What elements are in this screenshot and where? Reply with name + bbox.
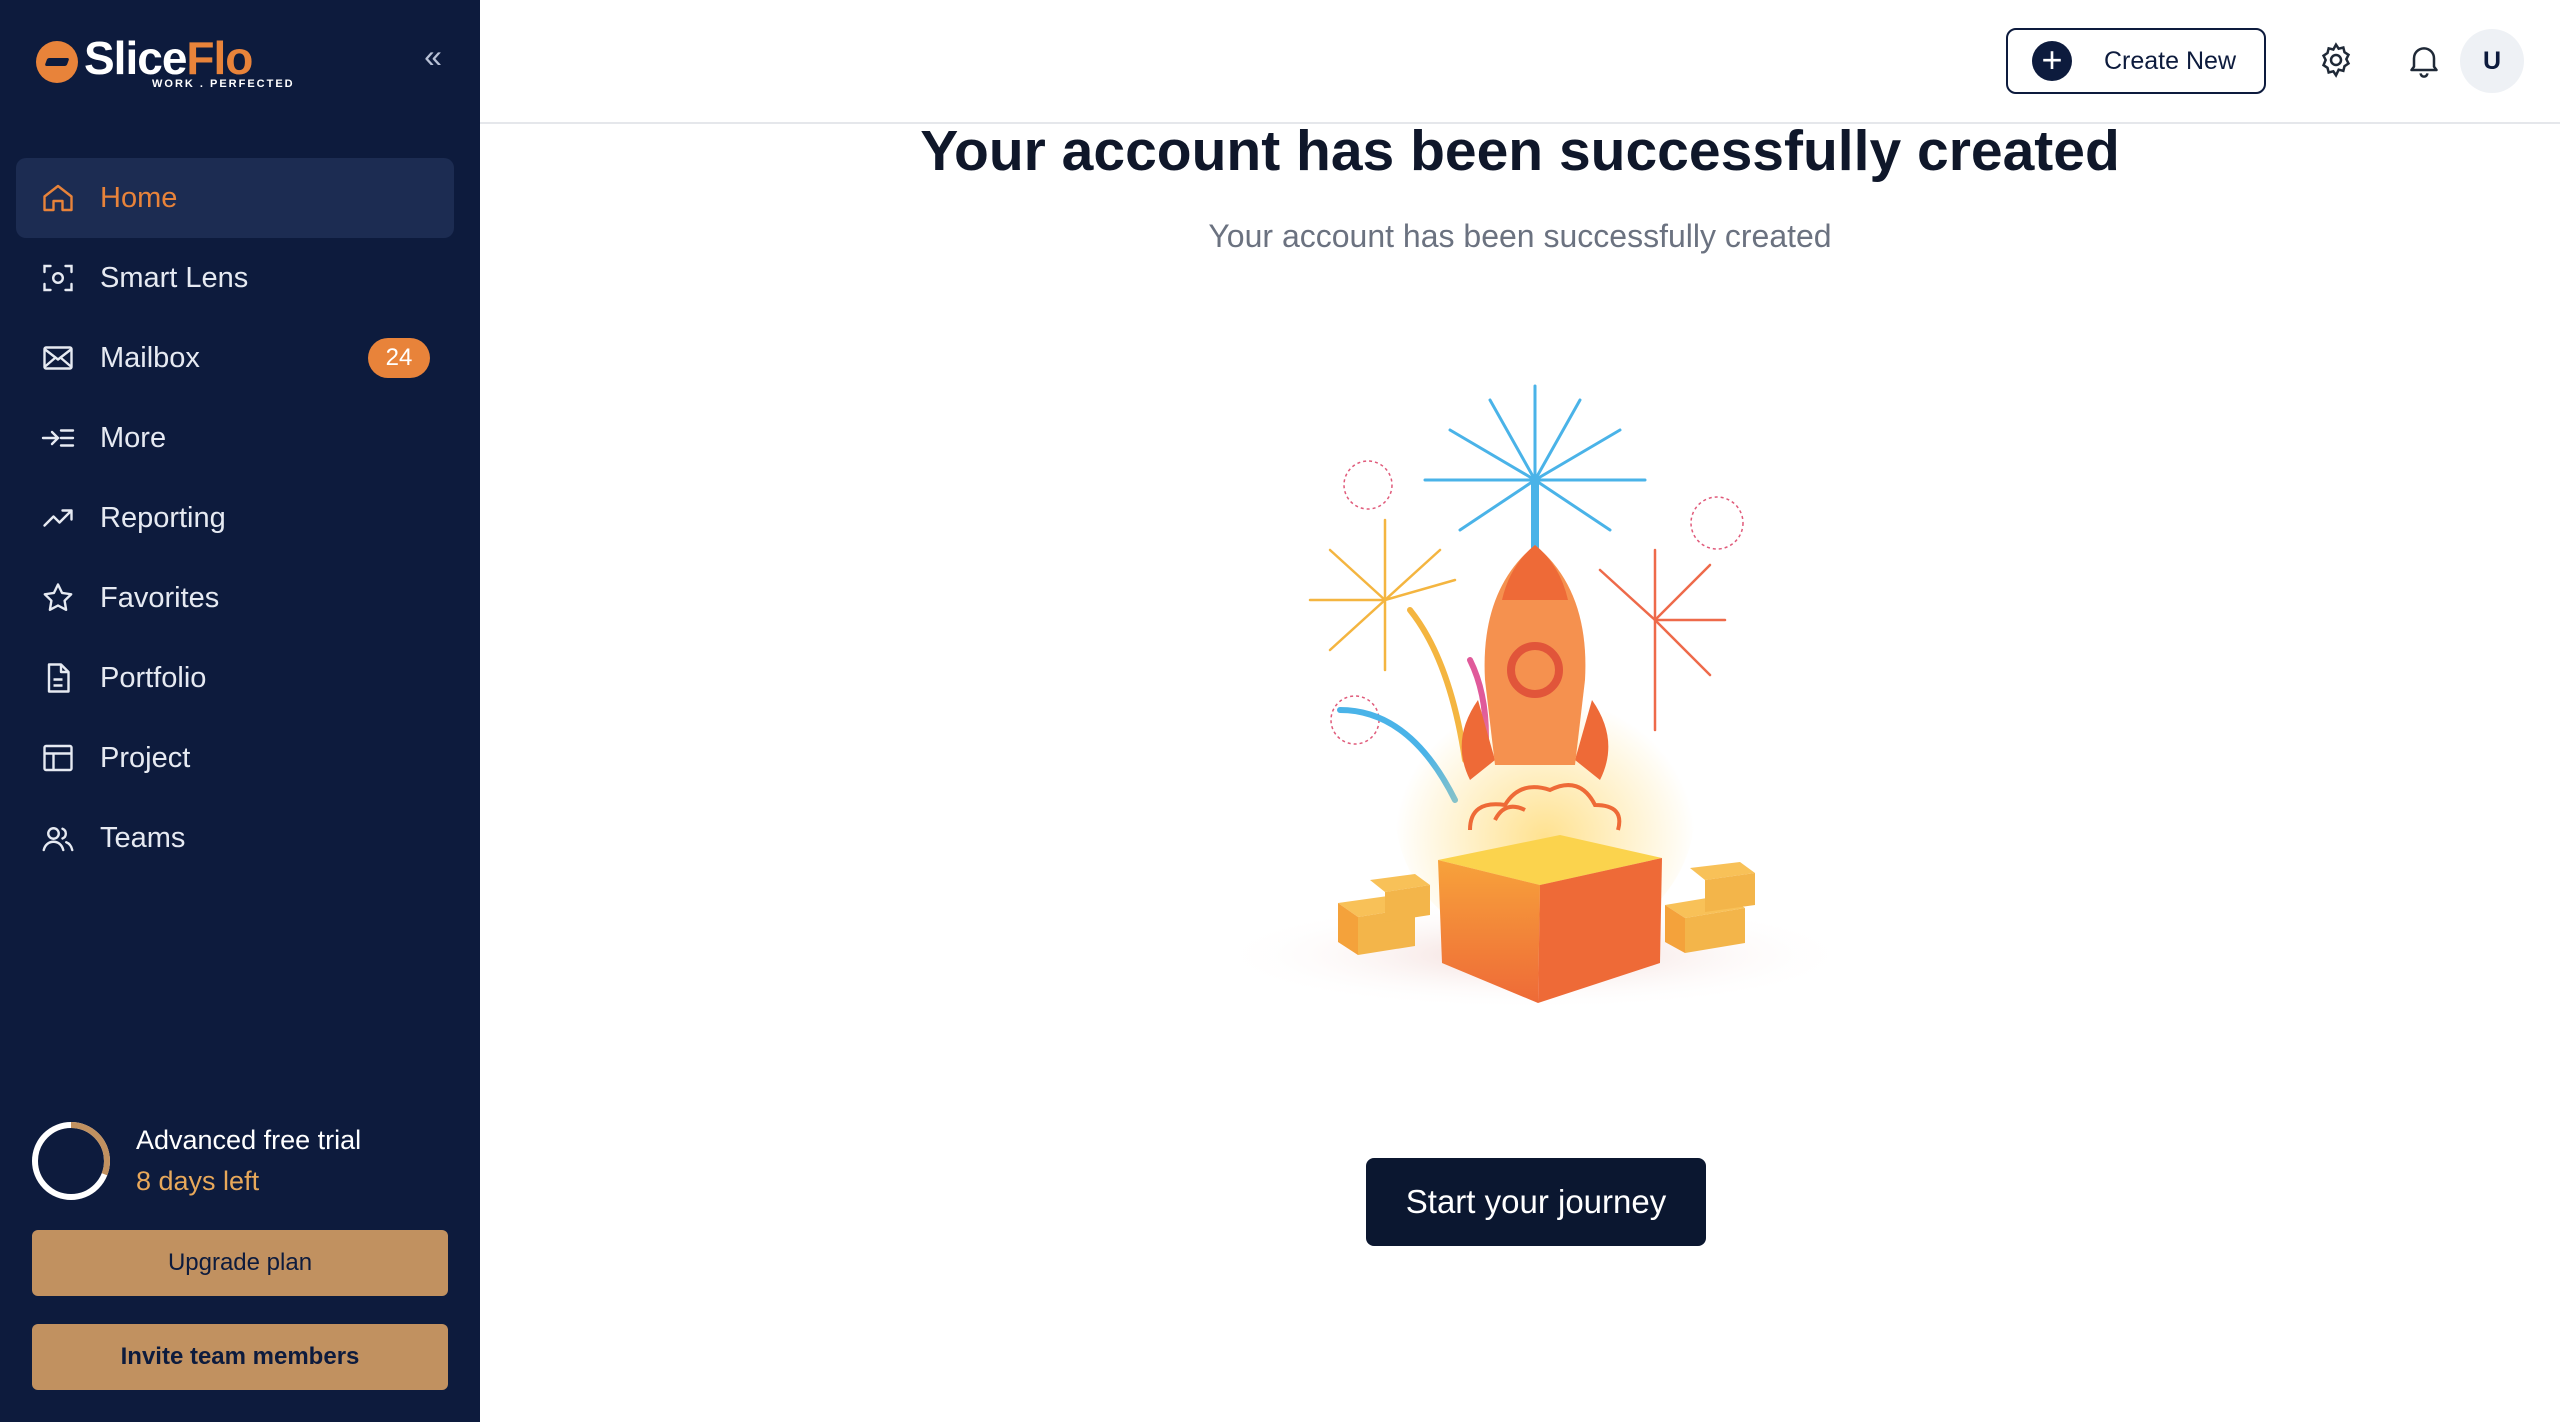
create-new-label: Create New [2104, 46, 2236, 75]
page-subtitle: Your account has been successfully creat… [1208, 218, 1832, 254]
rocket-celebration-illustration [1220, 384, 1850, 1010]
sidebar-item-label: Teams [100, 821, 186, 854]
gear-icon[interactable] [2316, 40, 2356, 80]
sidebar-item-label: Favorites [100, 581, 220, 614]
trial-days-left: 8 days left [136, 1166, 260, 1196]
sidebar-item-project[interactable]: Project [16, 718, 454, 798]
plus-icon: + [2032, 41, 2072, 81]
upgrade-plan-button[interactable]: Upgrade plan [32, 1230, 448, 1296]
page-title: Your account has been successfully creat… [920, 119, 2120, 183]
logo-icon [36, 41, 78, 83]
invite-team-button[interactable]: Invite team members [32, 1324, 448, 1390]
bell-icon[interactable] [2404, 40, 2444, 80]
sidebar-nav: Home Smart Lens Mailbox 24 More Reportin… [16, 158, 454, 878]
sidebar-item-portfolio[interactable]: Portfolio [16, 638, 454, 718]
sidebar-item-mailbox[interactable]: Mailbox 24 [16, 318, 454, 398]
star-icon [43, 583, 73, 612]
trial-status: Advanced free trial 8 days left [30, 1118, 450, 1204]
sidebar-item-favorites[interactable]: Favorites [16, 558, 454, 638]
top-header: + Create New U [480, 0, 2560, 124]
logo-tagline: WORK . PERFECTED [152, 77, 295, 90]
users-icon [42, 827, 74, 852]
brand-logo[interactable]: SliceFlo WORK . PERFECTED [36, 30, 295, 94]
sidebar-item-label: Project [100, 741, 191, 774]
logo-word-flo: Flo [186, 31, 253, 84]
sidebar-item-home[interactable]: Home [16, 158, 454, 238]
user-avatar[interactable]: U [2460, 29, 2524, 93]
more-icon [41, 429, 75, 447]
sidebar-item-label: Home [100, 181, 178, 214]
mailbox-count-badge: 24 [368, 338, 430, 378]
layout-icon [43, 744, 73, 772]
sidebar-item-label: More [100, 421, 167, 454]
document-icon [47, 663, 70, 693]
create-new-button[interactable]: + Create New [2006, 28, 2266, 94]
sidebar-item-label: Portfolio [100, 661, 207, 694]
sidebar-item-label: Mailbox [100, 341, 200, 374]
trend-icon [43, 509, 73, 527]
sidebar-item-label: Smart Lens [100, 261, 249, 294]
trial-progress-ring [32, 1122, 110, 1200]
sidebar-item-label: Reporting [100, 501, 226, 534]
logo-word-slice: Slice [84, 31, 187, 84]
collapse-sidebar-icon[interactable]: « [418, 40, 448, 72]
sidebar-item-smart-lens[interactable]: Smart Lens [16, 238, 454, 318]
scan-icon [43, 264, 73, 292]
home-icon [43, 184, 73, 212]
start-journey-button[interactable]: Start your journey [1366, 1158, 1706, 1246]
sidebar-item-reporting[interactable]: Reporting [16, 478, 454, 558]
trial-title: Advanced free trial [136, 1125, 362, 1155]
sidebar-item-more[interactable]: More [16, 398, 454, 478]
sidebar-item-teams[interactable]: Teams [16, 798, 454, 878]
sidebar: SliceFlo WORK . PERFECTED « Home Smart L… [0, 0, 480, 1422]
mail-icon [43, 346, 73, 370]
